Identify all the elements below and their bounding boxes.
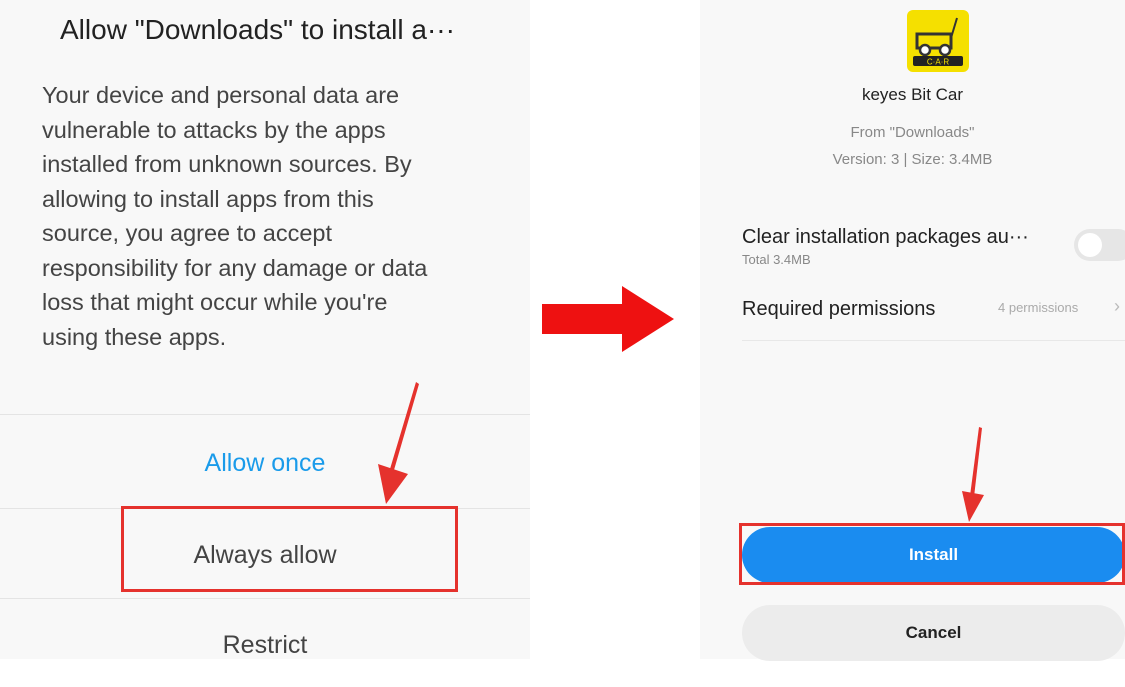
allow-once-button[interactable]: Allow once	[0, 421, 530, 505]
app-icon-logo-text: C·A·R	[927, 58, 949, 67]
next-step-arrow	[542, 286, 674, 352]
always-allow-highlight-box	[121, 506, 458, 592]
dialog-message-line: loss that might occur while you're	[42, 289, 388, 315]
app-version-size: Version: 3 | Size: 3.4MB	[832, 151, 993, 168]
chevron-right-icon[interactable]: ›	[1114, 296, 1120, 317]
app-source: From "Downloads"	[850, 124, 975, 141]
restrict-button[interactable]: Restrict	[0, 603, 530, 687]
install-permission-dialog: Allow "Downloads" to install a··· Your d…	[0, 0, 530, 659]
divider	[742, 340, 1125, 341]
dialog-message-line: using these apps.	[42, 323, 227, 350]
divider	[0, 414, 530, 415]
dialog-message-line: Your device and personal data are	[42, 82, 400, 108]
permissions-count[interactable]: 4 permissions	[998, 300, 1078, 315]
cancel-button[interactable]: Cancel	[742, 605, 1125, 661]
dialog-message-line: responsibility for any damage or data	[42, 254, 428, 281]
app-name: keyes Bit Car	[861, 85, 964, 104]
dialog-message-line: source, you agree to accept	[42, 220, 333, 246]
required-permissions-title[interactable]: Required permissions	[742, 298, 935, 321]
dialog-message-line: allowing to install apps from this	[42, 185, 374, 212]
app-install-screen: C·A·R keyes Bit Car From "Downloads" Ver…	[700, 0, 1125, 661]
clear-packages-toggle[interactable]	[1074, 229, 1125, 261]
app-icon: C·A·R	[907, 10, 969, 72]
clear-packages-size: Total 3.4MB	[742, 252, 811, 267]
divider	[0, 598, 530, 599]
pointer-arrow-always-allow	[378, 382, 419, 504]
clear-packages-title: Clear installation packages au···	[742, 226, 1029, 248]
pointer-arrow-install	[962, 427, 984, 522]
dialog-message-line: installed from unknown sources. By	[42, 151, 412, 177]
toggle-knob	[1078, 233, 1102, 257]
dialog-message: Your device and personal data are vulner…	[42, 78, 512, 354]
dialog-message-line: vulnerable to attacks by the apps	[42, 116, 386, 143]
dialog-title: Allow "Downloads" to install a···	[60, 14, 455, 45]
install-highlight-box	[739, 523, 1125, 585]
